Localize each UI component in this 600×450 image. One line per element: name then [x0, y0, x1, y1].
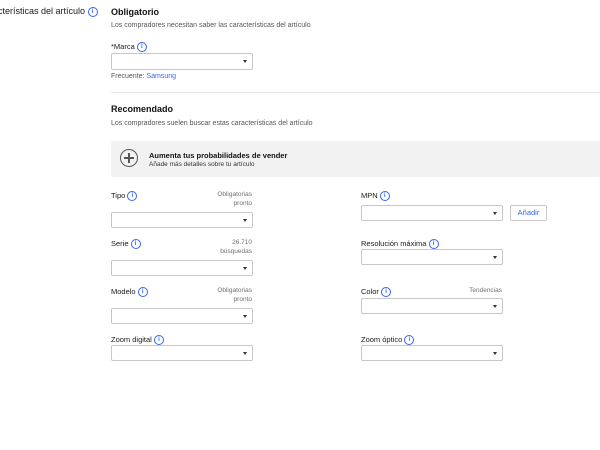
brand-label: *Marca i — [111, 42, 147, 53]
info-icon[interactable]: i — [153, 335, 164, 346]
recommended-title: Recomendado — [111, 104, 174, 114]
chevron-down-icon — [243, 315, 247, 318]
required-title: Obligatorio — [111, 7, 159, 17]
banner-subtitle: Añade más detalles sobre tu artículo — [149, 161, 255, 168]
mpn-label: MPN i — [361, 191, 390, 202]
plus-circle-icon — [120, 149, 138, 167]
required-subtitle: Los compradores necesitan saber las cara… — [111, 22, 311, 29]
frequent-samsung-link[interactable]: Samsung — [146, 73, 176, 80]
chevron-down-icon — [243, 219, 247, 222]
info-icon[interactable]: i — [137, 287, 148, 298]
color-label: Color i — [361, 287, 392, 298]
info-icon[interactable]: i — [381, 287, 392, 298]
info-icon[interactable]: i — [379, 191, 390, 202]
chevron-down-icon — [243, 352, 247, 355]
chevron-down-icon — [243, 60, 247, 63]
chevron-down-icon — [493, 352, 497, 355]
resolucion-label: Resolución máxima i — [361, 239, 439, 250]
serie-select[interactable] — [111, 260, 253, 276]
color-hint: Tendencias — [469, 287, 502, 294]
add-mpn-button[interactable]: Añadir — [510, 205, 547, 221]
banner-title: Aumenta tus probabilidades de vender — [149, 151, 288, 160]
info-icon[interactable]: i — [136, 42, 147, 53]
zoom-digital-select[interactable] — [111, 345, 253, 361]
tipo-label: Tipo i — [111, 191, 138, 202]
serie-hint: 26.710 búsquedas — [220, 239, 252, 255]
modelo-label: Modelo i — [111, 287, 148, 298]
frequent-text: Frecuente: Samsung — [111, 73, 176, 80]
info-icon[interactable]: i — [404, 335, 415, 346]
recommended-subtitle: Los compradores suelen buscar estas cara… — [111, 120, 313, 127]
modelo-select[interactable] — [111, 308, 253, 324]
chevron-down-icon — [493, 212, 497, 215]
tipo-select[interactable] — [111, 212, 253, 228]
serie-label: Serie i — [111, 239, 141, 250]
resolucion-select[interactable] — [361, 249, 503, 265]
info-icon[interactable]: i — [127, 191, 138, 202]
chevron-down-icon — [243, 267, 247, 270]
sell-tip-banner: Aumenta tus probabilidades de vender Aña… — [111, 141, 600, 177]
zoom-digital-label: Zoom digital i — [111, 335, 164, 346]
section-label: cterísticas del artículo i — [0, 6, 98, 17]
divider — [111, 92, 600, 93]
modelo-hint: Obligatorias pronto — [217, 287, 252, 303]
info-icon[interactable]: i — [130, 239, 141, 250]
chevron-down-icon — [493, 305, 497, 308]
brand-select[interactable] — [111, 53, 253, 70]
info-icon[interactable]: i — [87, 6, 98, 17]
chevron-down-icon — [493, 256, 497, 259]
zoom-optico-select[interactable] — [361, 345, 503, 361]
mpn-input[interactable] — [361, 205, 503, 221]
zoom-optico-label: Zoom óptico i — [361, 335, 415, 346]
tipo-hint: Obligatorias pronto — [217, 191, 252, 207]
color-select[interactable] — [361, 298, 503, 314]
info-icon[interactable]: i — [428, 239, 439, 250]
